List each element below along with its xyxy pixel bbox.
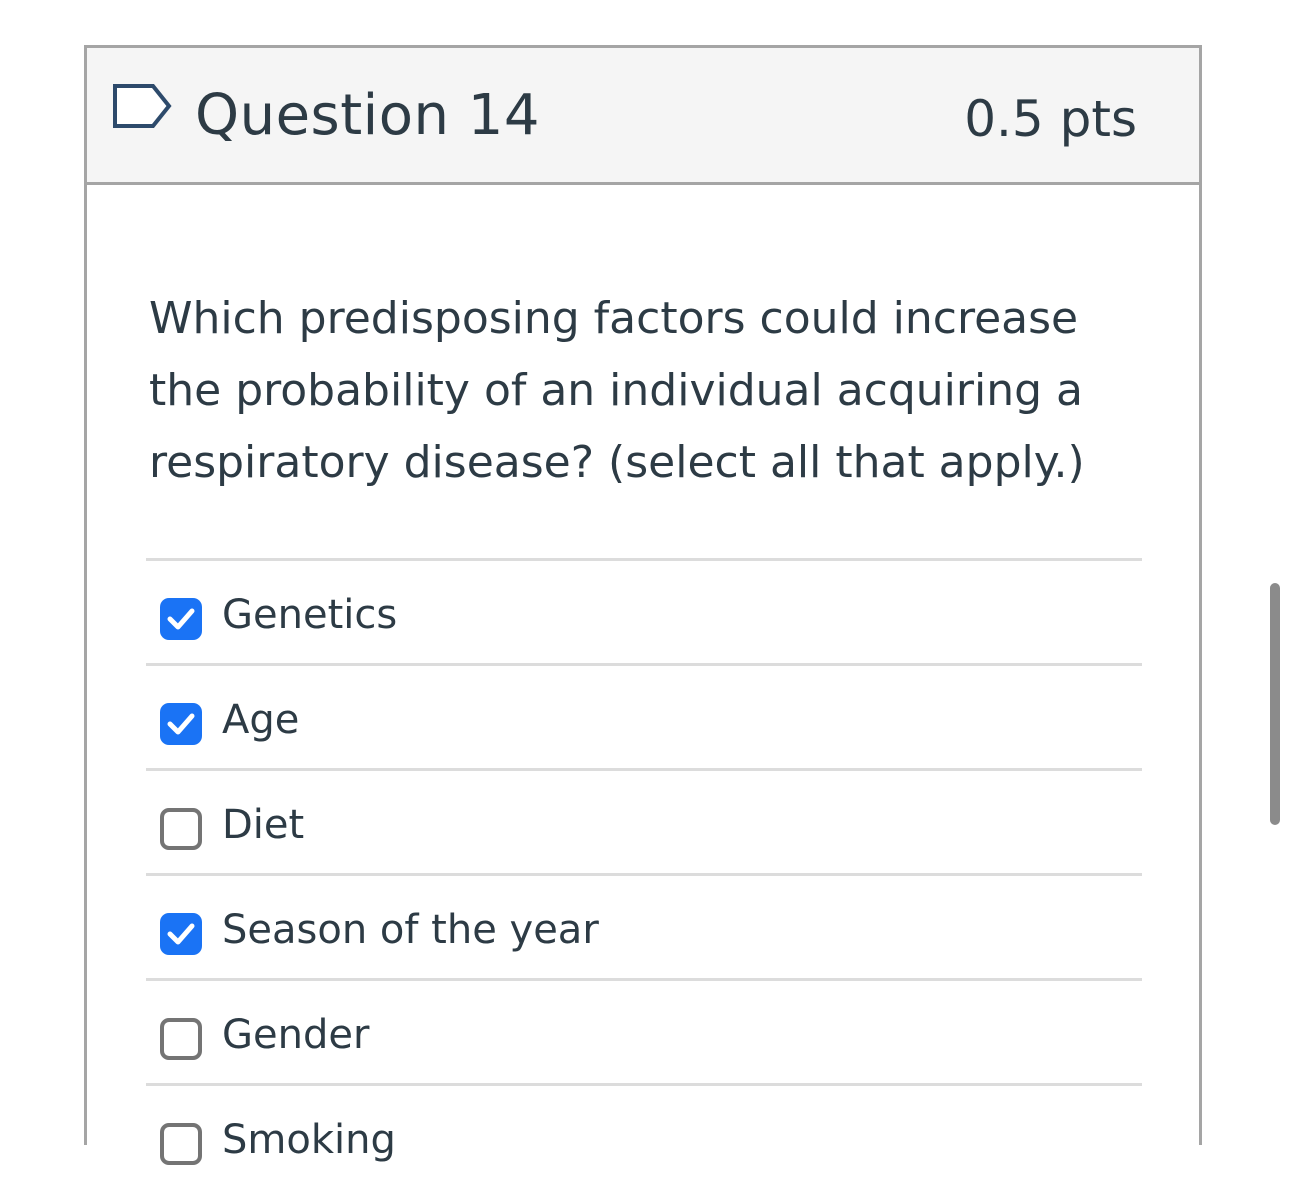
- question-title: Question 14: [195, 83, 541, 148]
- answer-label: Age: [222, 697, 300, 743]
- check-icon: [167, 608, 195, 630]
- check-icon: [167, 923, 195, 945]
- checkbox[interactable]: [160, 1018, 202, 1060]
- question-points: 0.5 pts: [964, 90, 1137, 148]
- answer-option-gender[interactable]: Gender: [146, 978, 1142, 1083]
- question-text: Which predisposing factors could increas…: [149, 293, 1085, 488]
- answer-label: Genetics: [222, 592, 398, 638]
- answer-option-age[interactable]: Age: [146, 663, 1142, 768]
- answer-option-genetics[interactable]: Genetics: [146, 558, 1142, 663]
- answer-label: Smoking: [222, 1117, 396, 1163]
- answer-option-smoking[interactable]: Smoking: [146, 1083, 1142, 1188]
- answer-label: Gender: [222, 1012, 370, 1058]
- answer-label: Diet: [222, 802, 305, 848]
- checkbox[interactable]: [160, 598, 202, 640]
- checkbox[interactable]: [160, 913, 202, 955]
- check-icon: [167, 713, 195, 735]
- question-header: Question 14 0.5 pts: [87, 48, 1199, 185]
- scrollbar[interactable]: [1270, 583, 1280, 825]
- answer-list: Genetics Age Diet Season of the year Gen…: [146, 558, 1142, 1188]
- answer-option-diet[interactable]: Diet: [146, 768, 1142, 873]
- checkbox[interactable]: [160, 1123, 202, 1165]
- checkbox[interactable]: [160, 808, 202, 850]
- answer-label: Season of the year: [222, 907, 599, 953]
- answer-option-season[interactable]: Season of the year: [146, 873, 1142, 978]
- checkbox[interactable]: [160, 703, 202, 745]
- flag-icon[interactable]: [111, 82, 175, 130]
